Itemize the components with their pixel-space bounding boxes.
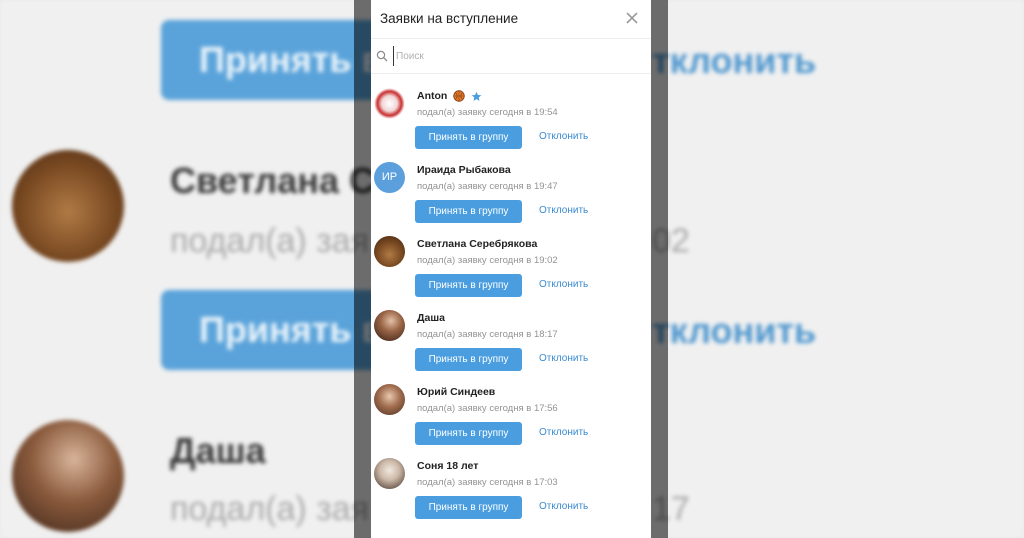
avatar[interactable]: [374, 310, 405, 341]
search-icon: [376, 50, 388, 62]
left-shade: [354, 0, 371, 538]
requester-name[interactable]: Anton: [417, 90, 482, 102]
list-item: Соня 18 лет подал(а) заявку сегодня в 17…: [371, 444, 651, 519]
requester-name[interactable]: Светлана Серебрякова: [417, 238, 537, 250]
requester-name[interactable]: Даша: [417, 312, 445, 324]
avatar[interactable]: [374, 236, 405, 267]
list-item: Даша подал(а) заявку сегодня в 18:17 При…: [371, 296, 651, 371]
accept-button[interactable]: Принять в группу: [415, 274, 522, 297]
bg-reject-link-2: тклонить: [652, 310, 817, 351]
request-time: подал(а) заявку сегодня в 18:17: [417, 329, 558, 340]
accept-button[interactable]: Принять в группу: [415, 348, 522, 371]
accept-button[interactable]: Принять в группу: [415, 126, 522, 149]
bg-avatar-2: [12, 420, 124, 532]
star-icon: [471, 91, 482, 101]
reject-link[interactable]: Отклонить: [539, 131, 588, 142]
reject-link[interactable]: Отклонить: [539, 353, 588, 364]
avatar[interactable]: [374, 384, 405, 415]
avatar[interactable]: ИР: [374, 162, 405, 193]
accept-button[interactable]: Принять в группу: [415, 422, 522, 445]
right-shade: [651, 0, 668, 538]
close-icon[interactable]: [623, 9, 641, 27]
requests-list: Anton подал(а) заявку сегодня в 19:54 Пр…: [371, 74, 651, 519]
requester-name-text: Anton: [417, 90, 448, 102]
bg-sub-2: подал(а) зая: [170, 490, 370, 528]
requester-name[interactable]: Ираида Рыбакова: [417, 164, 511, 176]
accept-button[interactable]: Принять в группу: [415, 200, 522, 223]
reject-link[interactable]: Отклонить: [539, 501, 588, 512]
list-item: Anton подал(а) заявку сегодня в 19:54 Пр…: [371, 74, 651, 149]
bg-name-1: Светлана С: [170, 160, 376, 201]
search-bar: [371, 39, 651, 74]
request-time: подал(а) заявку сегодня в 19:47: [417, 181, 558, 192]
reject-link[interactable]: Отклонить: [539, 205, 588, 216]
bg-avatar-1: [12, 150, 124, 262]
request-time: подал(а) заявку сегодня в 19:02: [417, 255, 558, 266]
modal-header: Заявки на вступление: [371, 0, 651, 39]
bg-name-2: Даша: [170, 430, 266, 471]
bg-reject-link: тклонить: [652, 40, 817, 81]
basketball-emoji-icon: [453, 90, 465, 102]
list-item: Юрий Синдеев подал(а) заявку сегодня в 1…: [371, 370, 651, 445]
reject-link[interactable]: Отклонить: [539, 279, 588, 290]
bg-sub-1: подал(а) зая: [170, 222, 370, 260]
request-time: подал(а) заявку сегодня в 17:56: [417, 403, 558, 414]
request-time: подал(а) заявку сегодня в 19:54: [417, 107, 558, 118]
avatar[interactable]: [374, 88, 405, 119]
search-input[interactable]: [393, 46, 636, 66]
join-requests-modal: Заявки на вступление Anton: [371, 0, 651, 538]
accept-button[interactable]: Принять в группу: [415, 496, 522, 519]
reject-link[interactable]: Отклонить: [539, 427, 588, 438]
requester-name[interactable]: Соня 18 лет: [417, 460, 478, 472]
list-item: Светлана Серебрякова подал(а) заявку сег…: [371, 222, 651, 297]
modal-title: Заявки на вступление: [380, 11, 519, 26]
request-time: подал(а) заявку сегодня в 17:03: [417, 477, 558, 488]
avatar[interactable]: [374, 458, 405, 489]
list-item: ИР Ираида Рыбакова подал(а) заявку сегод…: [371, 148, 651, 223]
requester-name[interactable]: Юрий Синдеев: [417, 386, 495, 398]
